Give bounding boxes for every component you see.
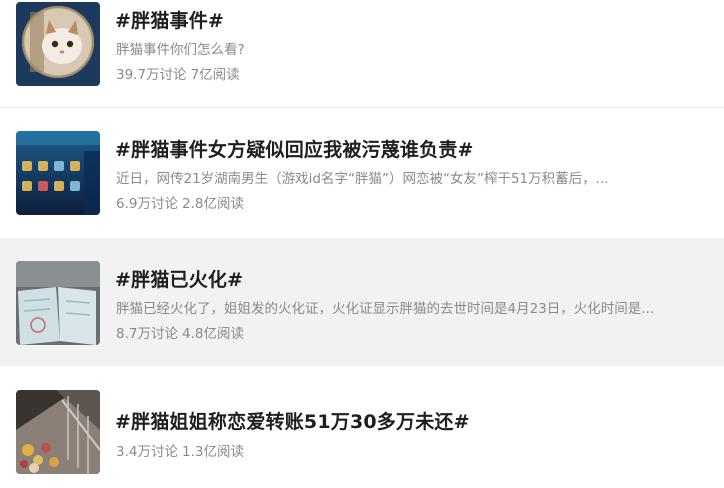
topic-stats: 6.9万讨论 2.8亿阅读 [116, 192, 244, 212]
topic-stats: 39.7万讨论 7亿阅读 [116, 63, 240, 83]
cremation-certificate-image[interactable] [16, 261, 100, 345]
discussion-count: 3.4万讨论 [116, 444, 178, 460]
topic-title[interactable]: #胖猫姐姐称恋爱转账51万30多万未还# [115, 407, 470, 434]
topic-item[interactable]: #胖猫姐姐称恋爱转账51万30多万未还# 3.4万讨论 1.3亿阅读 [0, 367, 724, 488]
street-flowers-image[interactable] [16, 390, 100, 474]
topic-title[interactable]: #胖猫已火化# [115, 265, 243, 292]
discussion-count: 6.9万讨论 [116, 196, 178, 212]
topic-item[interactable]: #胖猫事件# 胖猫事件你们怎么看? 39.7万讨论 7亿阅读 [0, 0, 724, 106]
topic-title[interactable]: #胖猫事件# [115, 6, 224, 33]
read-count: 2.8亿阅读 [181, 196, 244, 212]
topic-description: 胖猫事件你们怎么看? [116, 42, 245, 58]
topic-stats: 8.7万讨论 4.8亿阅读 [116, 322, 244, 342]
discussion-count: 39.7万讨论 [116, 67, 187, 83]
topic-item[interactable]: #胖猫事件女方疑似回应我被污蔑谁负责# 近日，网传21岁湖南男生（游戏id名字“… [0, 108, 724, 236]
topic-description: 近日，网传21岁湖南男生（游戏id名字“胖猫”）网恋被“女友”榨干51万积蓄后，… [116, 171, 609, 187]
game-screenshot-image[interactable] [16, 131, 100, 215]
topic-description: 胖猫已经火化了，姐姐发的火化证，火化证显示胖猫的去世时间是4月23日，火化时间是… [116, 301, 655, 317]
topic-item[interactable]: #胖猫已火化# 胖猫已经火化了，姐姐发的火化证，火化证显示胖猫的去世时间是4月2… [0, 238, 724, 366]
topic-stats: 3.4万讨论 1.3亿阅读 [116, 440, 244, 460]
topic-list: #胖猫事件# 胖猫事件你们怎么看? 39.7万讨论 7亿阅读 #胖猫事件女方疑似… [0, 0, 724, 488]
read-count: 1.3亿阅读 [181, 444, 244, 460]
topic-title[interactable]: #胖猫事件女方疑似回应我被污蔑谁负责# [115, 135, 474, 162]
discussion-count: 8.7万讨论 [116, 326, 178, 342]
read-count: 7亿阅读 [190, 67, 240, 83]
cat-avatar-image[interactable] [16, 2, 100, 86]
read-count: 4.8亿阅读 [181, 326, 244, 342]
